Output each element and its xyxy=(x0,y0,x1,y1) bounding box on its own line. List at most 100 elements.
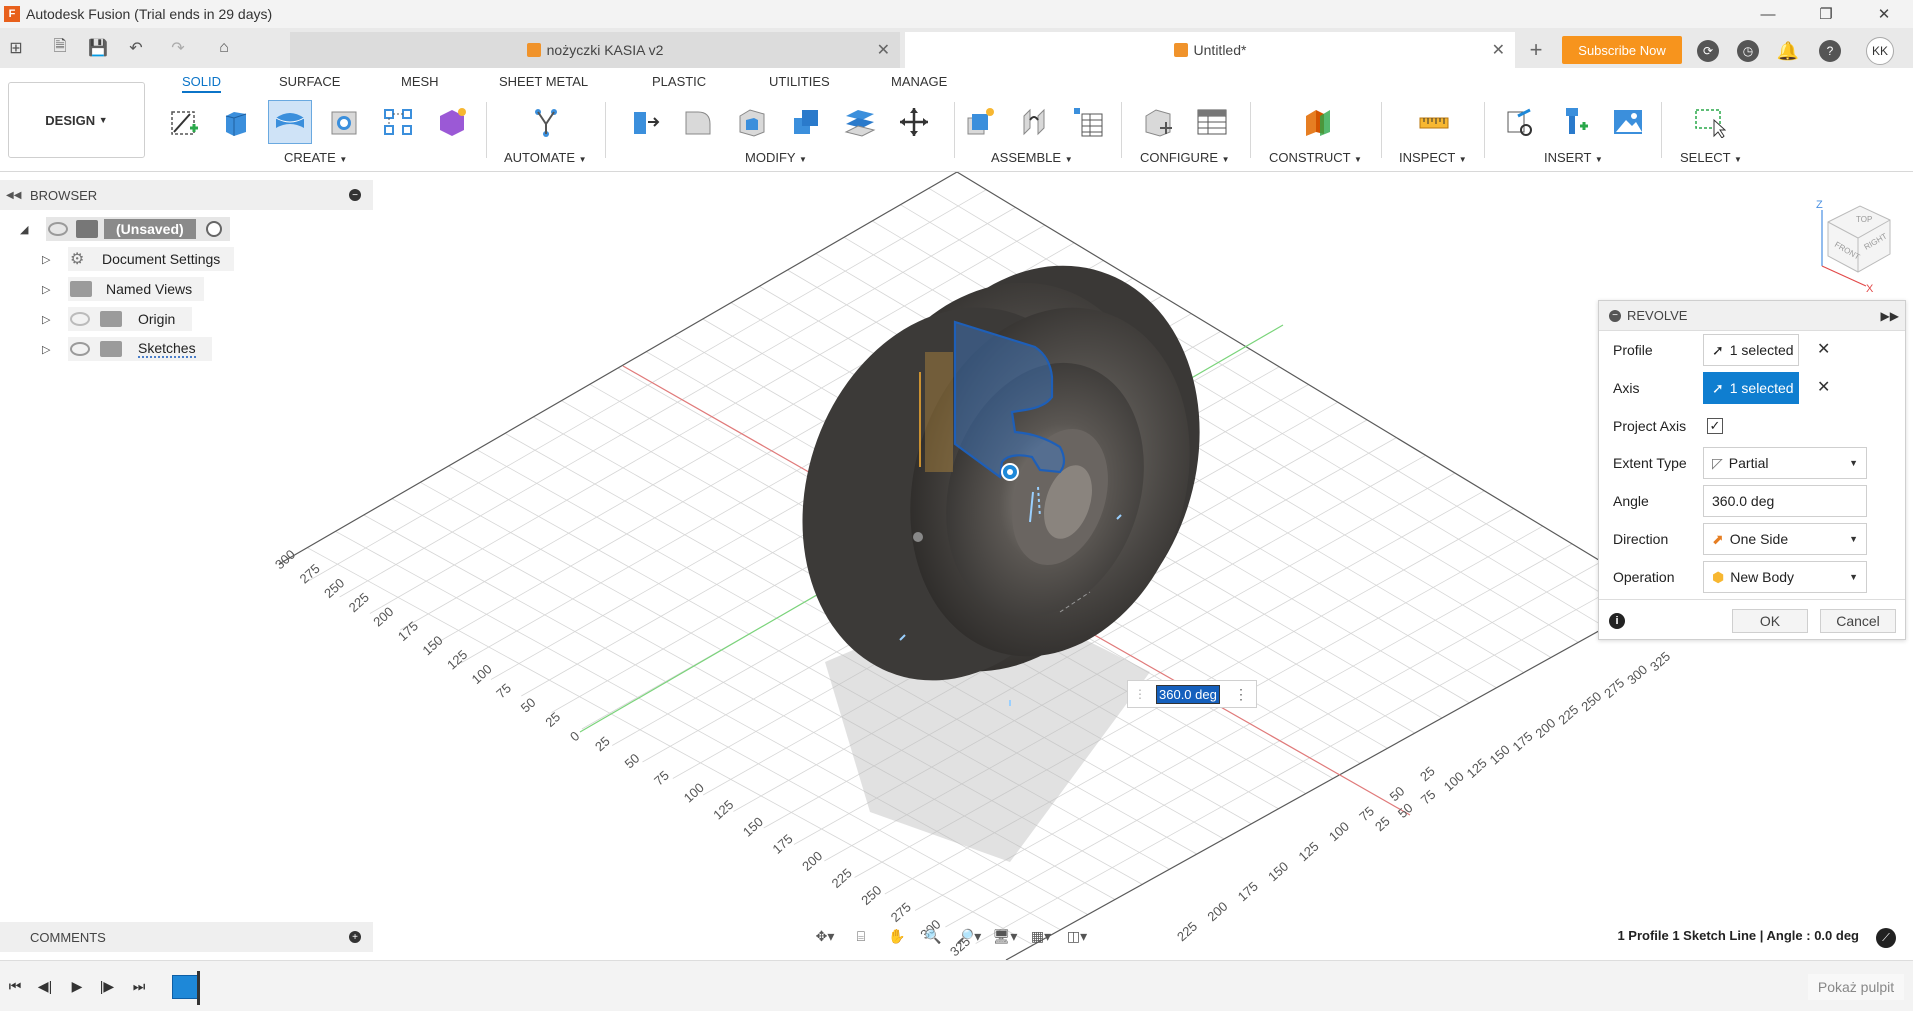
automate-menu[interactable]: AUTOMATE ▼ xyxy=(504,150,587,165)
view-cube[interactable]: TOP FRONT RIGHT Z X xyxy=(1806,196,1898,295)
offset-face-tool[interactable] xyxy=(838,100,882,144)
go-to-end-icon[interactable]: ⏭ xyxy=(128,975,150,997)
move-tool[interactable] xyxy=(892,100,936,144)
create-menu[interactable]: CREATE ▼ xyxy=(284,150,347,165)
redo-icon[interactable]: ↷ xyxy=(164,34,192,62)
assemble-menu[interactable]: ASSEMBLE ▼ xyxy=(991,150,1073,165)
workspace-switcher-button[interactable]: DESIGN ▼ xyxy=(8,82,145,158)
file-menu-icon[interactable]: 🗎 xyxy=(46,34,74,62)
go-to-start-icon[interactable]: ⏮ xyxy=(4,975,26,997)
modify-menu[interactable]: MODIFY ▼ xyxy=(745,150,807,165)
help-icon[interactable]: ? xyxy=(1819,40,1841,62)
tab-sheet-metal[interactable]: SHEET METAL xyxy=(499,74,588,89)
subscribe-button[interactable]: Subscribe Now xyxy=(1562,36,1682,64)
collapse-panel-icon[interactable]: ◀◀ xyxy=(6,190,21,201)
parameters-tool[interactable] xyxy=(1136,100,1180,144)
extent-type-select[interactable]: ◸ Partial ▼ xyxy=(1703,447,1867,479)
tree-item-root[interactable]: ◢ (Unsaved) xyxy=(20,216,230,242)
tab-solid[interactable]: SOLID xyxy=(182,74,222,93)
collapse-triangle-icon[interactable]: ◢ xyxy=(20,223,28,236)
display-settings-icon[interactable]: 🖥▾ xyxy=(990,925,1020,947)
construct-plane-tool[interactable] xyxy=(1296,100,1340,144)
angle-inline-value[interactable]: 360.0 deg xyxy=(1156,684,1220,704)
hidden-eye-icon[interactable] xyxy=(70,312,90,326)
pattern-tool[interactable] xyxy=(376,100,420,144)
undo-icon[interactable]: ↶ xyxy=(122,34,150,62)
press-pull-tool[interactable] xyxy=(622,100,666,144)
measure-tool[interactable] xyxy=(1412,100,1456,144)
avatar[interactable]: KK xyxy=(1866,37,1894,65)
configure-menu[interactable]: CONFIGURE ▼ xyxy=(1140,150,1230,165)
zoom-icon[interactable]: 🔍 xyxy=(918,925,948,947)
clock-icon[interactable]: ◷ xyxy=(1737,40,1759,62)
tree-item-named-views[interactable]: ▷ Named Views xyxy=(42,276,204,302)
expand-triangle-icon[interactable]: ▷ xyxy=(42,313,50,326)
tab-surface[interactable]: SURFACE xyxy=(279,74,340,89)
automate-tool[interactable] xyxy=(524,100,568,144)
minimize-panel-icon[interactable]: − xyxy=(349,189,361,201)
expand-triangle-icon[interactable]: ▷ xyxy=(42,253,50,266)
browser-header[interactable]: ◀◀ BROWSER − xyxy=(0,180,373,210)
insert-mcmaster-tool[interactable] xyxy=(1552,100,1596,144)
expand-triangle-icon[interactable]: ▷ xyxy=(42,343,50,356)
grid-settings-icon[interactable]: ▦▾ xyxy=(1026,925,1056,947)
tab-nozyczki[interactable]: nożyczki KASIA v2 ✕ xyxy=(290,32,900,68)
angle-field[interactable]: 360.0 deg xyxy=(1703,485,1867,517)
play-icon[interactable]: ▶ xyxy=(66,975,88,997)
configuration-table-tool[interactable] xyxy=(1190,100,1234,144)
close-tab-icon[interactable]: ✕ xyxy=(877,40,890,60)
profile-selector[interactable]: ➚ 1 selected xyxy=(1703,334,1799,366)
drag-handle-icon[interactable]: ⋮ xyxy=(1134,687,1146,701)
timeline-sketch-feature[interactable] xyxy=(172,975,198,999)
expand-dialog-icon[interactable]: ▶▶ xyxy=(1881,309,1899,323)
job-status-icon[interactable]: ⟳ xyxy=(1697,40,1719,62)
comments-panel[interactable]: COMMENTS + xyxy=(0,922,373,952)
step-back-icon[interactable]: ◀| xyxy=(34,975,56,997)
fit-zoom-icon[interactable]: 🔎▾ xyxy=(954,925,984,947)
add-comment-icon[interactable]: + xyxy=(349,931,361,943)
ok-button[interactable]: OK xyxy=(1732,609,1808,633)
axis-selector[interactable]: ➚ 1 selected xyxy=(1703,372,1799,404)
close-tab-icon[interactable]: ✕ xyxy=(1492,40,1505,60)
timeline-marker[interactable] xyxy=(197,971,200,1005)
combine-tool[interactable] xyxy=(784,100,828,144)
operation-select[interactable]: ⬢ New Body ▼ xyxy=(1703,561,1867,593)
extrude-tool[interactable] xyxy=(214,100,258,144)
viewports-icon[interactable]: ◫▾ xyxy=(1062,925,1092,947)
tab-mesh[interactable]: MESH xyxy=(401,74,439,89)
direction-select[interactable]: ⬈ One Side ▼ xyxy=(1703,523,1867,555)
orbit-icon[interactable]: ✥▾ xyxy=(810,925,840,947)
collapse-dialog-icon[interactable]: − xyxy=(1609,309,1621,322)
pan-hand-icon[interactable]: ✋ xyxy=(882,925,912,947)
bill-of-materials-tool[interactable] xyxy=(1066,100,1110,144)
insert-menu[interactable]: INSERT ▼ xyxy=(1544,150,1603,165)
tab-untitled[interactable]: Untitled* ✕ xyxy=(905,32,1515,68)
tree-item-document-settings[interactable]: ▷ ⚙ Document Settings xyxy=(42,246,234,272)
more-options-icon[interactable]: ⋮ xyxy=(1234,686,1248,703)
new-component-tool[interactable] xyxy=(958,100,1002,144)
project-axis-checkbox[interactable]: ✓ xyxy=(1707,418,1723,434)
visibility-eye-icon[interactable] xyxy=(70,342,90,356)
revolve-tool[interactable] xyxy=(268,100,312,144)
create-form-tool[interactable] xyxy=(430,100,474,144)
inspect-menu[interactable]: INSPECT ▼ xyxy=(1399,150,1467,165)
fillet-tool[interactable] xyxy=(676,100,720,144)
joint-tool[interactable] xyxy=(1012,100,1056,144)
cancel-button[interactable]: Cancel xyxy=(1820,609,1896,633)
create-sketch-tool[interactable] xyxy=(162,100,206,144)
construct-menu[interactable]: CONSTRUCT ▼ xyxy=(1269,150,1362,165)
select-tool[interactable] xyxy=(1688,100,1732,144)
hole-tool[interactable] xyxy=(322,100,366,144)
status-indicator-icon[interactable]: ⟋ xyxy=(1876,928,1896,948)
shell-tool[interactable] xyxy=(730,100,774,144)
tab-plastic[interactable]: PLASTIC xyxy=(652,74,706,89)
visibility-eye-icon[interactable] xyxy=(48,222,68,236)
viewcube-top[interactable]: TOP xyxy=(1856,215,1872,224)
tab-utilities[interactable]: UTILITIES xyxy=(769,74,830,89)
expand-triangle-icon[interactable]: ▷ xyxy=(42,283,50,296)
clear-profile-icon[interactable]: ✕ xyxy=(1817,339,1830,359)
tree-item-origin[interactable]: ▷ Origin xyxy=(42,306,192,332)
info-icon[interactable]: i xyxy=(1609,613,1625,629)
apps-grid-icon[interactable]: ⊞ xyxy=(2,34,30,62)
angle-inline-input[interactable]: ⋮ 360.0 deg ⋮ xyxy=(1127,680,1257,708)
